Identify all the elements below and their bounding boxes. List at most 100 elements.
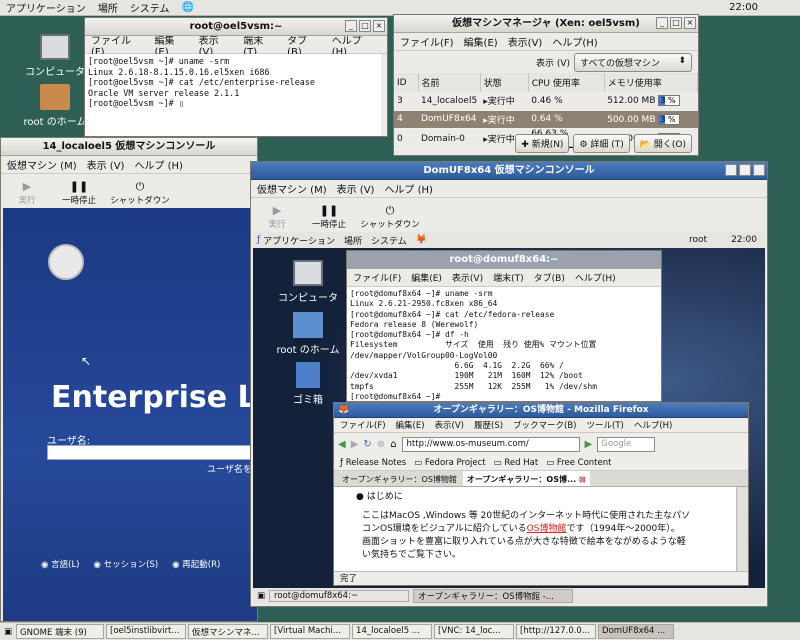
show-desktop-icon[interactable]: ▣ [257, 591, 265, 601]
url-bar[interactable]: http://www.os-museum.com/ [401, 436, 580, 452]
task-vnc[interactable]: [VNC: 14_loc... [434, 624, 515, 639]
bookmark-free-content[interactable]: ▭ Free Content [546, 458, 611, 468]
column-memory[interactable]: メモリ使用率 [604, 73, 698, 92]
shutdown-button[interactable]: ⏻ シャットダウン [105, 180, 175, 208]
os-museum-link[interactable]: OS博物館 [527, 524, 567, 534]
menu-edit[interactable]: 編集(E) [396, 419, 425, 431]
minimize-icon[interactable]: _ [345, 20, 357, 32]
firefox-window[interactable]: 🦊 オープンギャラリー：OS博物館 - Mozilla Firefox ファイル(… [333, 402, 749, 586]
minimize-icon[interactable]: _ [656, 17, 668, 29]
menu-file[interactable]: ファイル(F) [340, 419, 386, 431]
table-row[interactable]: 3 14_localoel5 ▸実行中 0.46 % 512.00 MB 3 % [394, 92, 698, 111]
menu-edit[interactable]: 編集(E) [411, 271, 442, 284]
session-button[interactable]: ◉ セッション(S) [94, 558, 159, 570]
task-console-domuf[interactable]: DomUF8x64 ... [598, 624, 675, 639]
close-tab-icon[interactable]: ⊠ [579, 475, 586, 484]
menu-history[interactable]: 履歴(S) [474, 419, 503, 431]
username-input[interactable] [47, 445, 257, 460]
guest-clock[interactable]: 22:00 [731, 235, 757, 245]
desktop-icon-home[interactable]: root のホーム [20, 84, 90, 128]
menu-help[interactable]: ヘルプ (H) [134, 157, 183, 172]
table-row[interactable]: 4 DomUF8x64 ▸実行中 0.64 % 500.00 MB 3 % [394, 110, 698, 129]
menu-vm[interactable]: 仮想マシン (M) [257, 181, 327, 196]
terminal-output[interactable]: [root@oel5vsm ~]# uname -srm Linux 2.6.18… [85, 54, 381, 136]
guest-icon-computer[interactable]: コンピュータ [273, 260, 343, 304]
console-window-domuf8x64[interactable]: DomUF8x64 仮想マシンコンソール _ □ × 仮想マシン (M) 表示 (V)… [250, 161, 768, 607]
console1-titlebar[interactable]: 14_localoel5 仮想マシンコンソール [1, 138, 257, 156]
terminal-titlebar[interactable]: root@oel5vsm:~ _ □ × [85, 18, 387, 36]
vm-manager-window[interactable]: 仮想マシンマネージャ (Xen: oel5vsm) _ □ × ファイル(F) 編集(… [393, 14, 699, 156]
close-icon[interactable]: × [684, 17, 696, 29]
console1-screen[interactable]: ↖ Enterprise Lin ユーザ名: ユーザ名を ◉ 言語(L) ◉ セ… [3, 208, 257, 621]
column-name[interactable]: 名前 [418, 73, 481, 92]
vm-manager-titlebar[interactable]: 仮想マシンマネージャ (Xen: oel5vsm) _ □ × [394, 15, 698, 33]
menu-view[interactable]: 表示(V) [452, 271, 483, 284]
guest-terminal-titlebar[interactable]: root@domuf8x64:~ [347, 251, 661, 269]
task-vm-manager[interactable]: 仮想マシンマネ... [188, 624, 269, 639]
shutdown-button[interactable]: ⏻ シャットダウン [355, 204, 425, 232]
maximize-icon[interactable]: □ [359, 20, 371, 32]
run-button[interactable]: ▶ 実行 [251, 204, 303, 232]
menu-edit[interactable]: 編集(E) [464, 34, 498, 49]
bookmark-red-hat[interactable]: ▭ Red Hat [494, 458, 539, 468]
home-icon[interactable]: ⌂ [390, 439, 396, 450]
console-window-14-localoel5[interactable]: 14_localoel5 仮想マシンコンソール 仮想マシン (M) 表示 (V) ヘ… [0, 137, 258, 622]
applications-menu[interactable]: アプリケーション [6, 0, 86, 15]
minimize-icon[interactable]: _ [725, 164, 737, 176]
menu-tools[interactable]: ツール(T) [587, 419, 624, 431]
tab-1[interactable]: オープンギャラリー：OS博物館 [338, 471, 461, 486]
column-id[interactable]: ID [394, 73, 419, 92]
open-button[interactable]: 📂 開く(O) [633, 134, 692, 153]
guest-task-firefox[interactable]: オープンギャラリー：OS博物館 -... [413, 589, 574, 603]
reload-icon[interactable]: ↻ [363, 439, 371, 450]
bookmark-fedora-project[interactable]: ▭ Fedora Project [414, 458, 485, 468]
firefox-titlebar[interactable]: 🦊 オープンギャラリー：OS博物館 - Mozilla Firefox [334, 403, 748, 418]
menu-view[interactable]: 表示(V) [508, 34, 543, 49]
column-cpu[interactable]: CPU 使用率 [528, 73, 605, 92]
language-button[interactable]: ◉ 言語(L) [41, 558, 80, 570]
column-state[interactable]: 状態 [480, 73, 529, 92]
stop-icon[interactable]: ⊗ [377, 439, 385, 450]
guest-applications-menu[interactable]: アプリケーション [263, 234, 335, 247]
menu-view[interactable]: 表示(V) [435, 419, 464, 431]
menu-file[interactable]: ファイル(F) [353, 271, 401, 284]
pause-button[interactable]: ❚❚ 一時停止 [303, 204, 355, 232]
guest-icon-home[interactable]: root のホーム [273, 312, 343, 356]
menu-view[interactable]: 表示 (V) [87, 157, 125, 172]
go-icon[interactable]: ▶ [585, 439, 593, 450]
guest-places-menu[interactable]: 場所 [344, 234, 362, 247]
maximize-icon[interactable]: □ [739, 164, 751, 176]
guest-task-terminal[interactable]: root@domuf8x64:~ [269, 590, 410, 602]
clock[interactable]: 22:00 [729, 2, 758, 13]
show-desktop-icon[interactable]: ▣ [0, 627, 16, 637]
system-menu[interactable]: システム [130, 0, 170, 15]
console2-titlebar[interactable]: DomUF8x64 仮想マシンコンソール _ □ × [251, 162, 767, 180]
task-virtual-machine[interactable]: [Virtual Machi... [270, 624, 351, 639]
menu-view[interactable]: 表示 (V) [337, 181, 375, 196]
restart-button[interactable]: ◉ 再起動(R) [172, 558, 220, 570]
maximize-icon[interactable]: □ [670, 17, 682, 29]
new-button[interactable]: ✚ 新規(N) [515, 134, 570, 153]
menu-vm[interactable]: 仮想マシン (M) [7, 157, 77, 172]
task-console-14[interactable]: 14_localoel5 ... [352, 624, 433, 639]
task-browser[interactable]: [http://127.0.0... [516, 624, 597, 639]
places-menu[interactable]: 場所 [98, 0, 118, 15]
bookmark-release-notes[interactable]: ƒ Release Notes [340, 458, 406, 468]
page-scrollbar[interactable] [736, 487, 748, 572]
terminal-window[interactable]: root@oel5vsm:~ _ □ × ファイル(F) 編集(E) 表示(V) 端末(T… [84, 17, 388, 137]
back-icon[interactable]: ◀ [338, 439, 346, 450]
close-icon[interactable]: × [373, 20, 385, 32]
menu-tabs[interactable]: タブ(B) [534, 271, 565, 284]
details-button[interactable]: ⚙ 詳細 (T) [573, 134, 630, 153]
menu-help[interactable]: ヘルプ(H) [575, 271, 616, 284]
view-filter-select[interactable]: すべての仮想マシン ⬍ [574, 52, 692, 72]
firefox-launcher-icon[interactable]: 🦊 [416, 235, 427, 245]
menu-bookmarks[interactable]: ブックマーク(B) [513, 419, 576, 431]
menu-help[interactable]: ヘルプ(H) [634, 419, 673, 431]
browser-launcher-icon[interactable]: 🌐 [182, 2, 194, 13]
run-button[interactable]: ▶ 実行 [1, 180, 53, 208]
task-gnome-terminal[interactable]: GNOME 端末 (9) [16, 624, 105, 639]
tab-2[interactable]: オープンギャラリー：OS博... ⊠ [462, 471, 590, 486]
forward-icon[interactable]: ▶ [351, 439, 359, 450]
pause-button[interactable]: ❚❚ 一時停止 [53, 180, 105, 208]
